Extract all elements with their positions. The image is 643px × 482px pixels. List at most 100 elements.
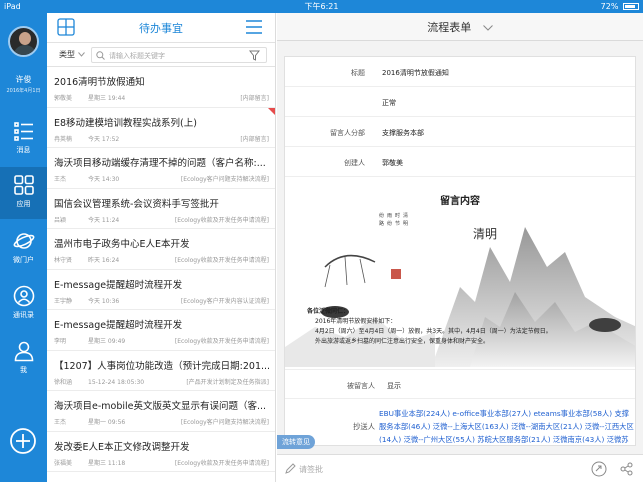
form-field-label: 标题: [351, 69, 365, 77]
list-item[interactable]: 发改委E人E本正文修改调整开发 张福美 星期三 11:18 [Ecology收款及开发…: [47, 432, 275, 472]
user-name: 许俊: [15, 75, 32, 84]
menu-icon[interactable]: [245, 19, 263, 35]
list-item[interactable]: 2016清明节放假通知 郭敬美 星期三 19:44 [内部留言]: [47, 67, 275, 108]
list-item[interactable]: E8移动建模培训教程实战系列(上) 冉英楠 今天 17:52 [内部留言]: [47, 107, 275, 148]
list-item[interactable]: E-message提醒超时流程开发 李明 星期三 09:49 [Ecology收款及开…: [47, 310, 275, 351]
form-field-row: 正常: [285, 87, 635, 117]
cc-row: 抄送人 EBU事业本部(224人) e-office事业本部(27人) etea…: [285, 400, 635, 445]
list-item-time: 星期三 11:18: [88, 459, 126, 467]
chevron-down-icon: [482, 25, 493, 31]
list-item-title: 国信会议管理系统-会议资料手写签批开: [54, 198, 219, 210]
list-item[interactable]: 海沃项目e-mobile英文版英文显示有误问题（客... 王杰 星期一 09:56 […: [47, 391, 275, 432]
battery-percent: 72%: [600, 2, 619, 11]
svg-text:纷: 纷: [379, 212, 384, 219]
filter-bar: 类型 请输入标题关键字: [47, 43, 275, 67]
form-field-row: 标题 2016清明节放假通知: [285, 57, 635, 87]
rail-label-apps: 应用: [16, 200, 31, 208]
list-item-time: 昨天 16:24: [88, 257, 120, 264]
svg-text:清: 清: [403, 212, 408, 219]
user-date: 2016年4月1日: [6, 88, 41, 94]
form-fields: 标题 2016清明节放假通知 正常 留言人分部 支撑服务本部 创建人 郭敬美: [285, 57, 635, 177]
battery-indicator: 72%: [601, 0, 639, 13]
add-icon[interactable]: [9, 427, 37, 455]
list-item-meta: 张福美 星期三 11:18 [Ecology收款及开发任务申请流程]: [54, 458, 269, 467]
list-item-time: 星期一 09:56: [88, 419, 126, 426]
list-item-time: 星期三 09:49: [88, 338, 126, 345]
rail-item-contacts[interactable]: 通讯录: [0, 278, 47, 330]
form-field-value: 支撑服务本部: [382, 129, 424, 137]
list-item-workflow: [Ecology收款及开发任务申请流程]: [174, 338, 269, 345]
list-item-workflow: [内部留言]: [240, 95, 269, 102]
list-item-workflow: [Ecology收款及开发任务申请流程]: [174, 216, 269, 224]
list-item[interactable]: E-message提醒超时流程开发 王宇静 今天 10:36 [Ecology客户开发…: [47, 270, 275, 310]
form-field-value: 正常: [382, 99, 396, 107]
form-title: 流程表单: [427, 21, 472, 34]
list-item-author: 张福美: [54, 459, 73, 467]
list-item-title: E8移动建模培训教程实战系列(上): [54, 117, 197, 129]
svg-text:节: 节: [395, 221, 400, 227]
form-title-dropdown[interactable]: 流程表单: [277, 19, 643, 35]
list-item[interactable]: 国信会议管理系统-会议资料手写签批开吕颖 今天 11:24 [Ecology收款及开…: [47, 189, 275, 229]
filter-icon[interactable]: [249, 50, 260, 61]
unread-flag: [268, 107, 275, 115]
flow-opinion-tab[interactable]: 流转意见: [277, 435, 315, 449]
list-item-author: 林守贤: [54, 257, 73, 264]
person-icon: [14, 341, 33, 362]
list-item[interactable]: 【1207】人事岗位功能改造（预计完成日期:201... 徐和涵 15-12-24 …: [47, 351, 275, 391]
message-list-icon: [13, 122, 33, 141]
list-item-meta: 吕颖 今天 11:24 [Ecology收款及开发任务申请流程]: [54, 215, 269, 224]
list-item-meta: 冉英楠 今天 17:52 [内部留言]: [54, 134, 269, 143]
share-icon[interactable]: [619, 461, 635, 477]
todo-list-title: 待办事宜: [139, 22, 183, 35]
list-item-author: 吕颖: [54, 216, 67, 224]
planet-icon: [13, 233, 34, 249]
chevron-down-icon: [77, 52, 85, 57]
form-field-row: 留言人分部 支撑服务本部: [285, 117, 635, 147]
form-field-value: 2016清明节放假通知: [382, 69, 449, 77]
list-item[interactable]: 温州市电子政务中心E人E本开发 林守贤 昨天 16:24 [Ecology收款及开发任…: [47, 229, 275, 270]
pen-icon: [285, 463, 296, 474]
notice-line1: 2016年清明节放假安排如下：: [315, 318, 397, 325]
form-pane: 流程表单 标题 2016清明节放假通知 正常 留言人分部 支撑服务本部 创建人 郭敬美 留言…: [277, 13, 643, 482]
list-item-author: 李明: [54, 338, 67, 345]
type-dropdown-label: 类型: [59, 50, 75, 59]
type-dropdown[interactable]: 类型: [59, 49, 85, 60]
list-item-meta: 林守贤 昨天 16:24 [Ecology收款及开发任务申请流程]: [54, 255, 269, 264]
rail-label-messages: 消息: [16, 146, 31, 154]
clock: 下午6:21: [304, 2, 339, 11]
rail-item-messages[interactable]: 消息: [0, 113, 47, 165]
list-item-meta: 王杰 星期一 09:56 [Ecology客户问题支持解决流程]: [54, 417, 269, 426]
cc-label: 抄送人: [353, 422, 375, 431]
sign-bar: 请签批: [277, 454, 643, 482]
search-input[interactable]: 请输入标题关键字: [91, 47, 267, 63]
forward-icon[interactable]: [591, 461, 607, 477]
avatar[interactable]: [8, 26, 39, 57]
svg-text:路: 路: [379, 220, 384, 227]
todo-list: 2016清明节放假通知 郭敬美 星期三 19:44 [内部留言] E8移动建模培训教程实…: [47, 67, 275, 472]
sign-input[interactable]: 请签批: [299, 464, 323, 475]
list-item-time: 15-12-24 18:05:30: [88, 378, 145, 386]
rail-item-apps[interactable]: 应用: [0, 167, 47, 219]
rail-label-me: 我: [20, 366, 27, 374]
list-item-author: 郭敬美: [54, 95, 73, 102]
rail-label-contacts: 通讯录: [13, 311, 34, 319]
list-item-time: 今天 17:52: [88, 135, 120, 143]
list-item-time: 今天 11:24: [88, 216, 120, 224]
rail-item-portal[interactable]: 微门户: [0, 223, 47, 275]
list-item-title: 海沃项目e-mobile英文版英文显示有误问题（客...: [54, 401, 267, 412]
cc-value[interactable]: EBU事业本部(224人) e-office事业本部(27人) eteams事业…: [379, 407, 635, 445]
recipient-label: 被留言人: [347, 382, 375, 390]
search-placeholder: 请输入标题关键字: [109, 52, 165, 60]
list-item-time: 今天 10:36: [88, 297, 120, 305]
svg-text:明: 明: [403, 221, 408, 227]
list-item[interactable]: 海沃项目移动端缓存清理不掉的问题（客户名称:... 王杰 今天 14:30 [Ecol…: [47, 148, 275, 189]
todo-list-pane: 待办事宜 类型 请输入标题关键字 2016清明节放假通知 郭敬美 星期三 19:44…: [47, 13, 276, 482]
apps-grid-icon: [13, 175, 34, 195]
notice-line2: 4月2日（周六）至4月4日（周一）放假，共3天。其中，4月4日（周一）为法定节假…: [315, 328, 552, 335]
list-item-meta: 王宇静 今天 10:36 [Ecology客户开发内容认证流程]: [54, 296, 269, 305]
svg-text:纷: 纷: [387, 220, 392, 227]
rail-item-me[interactable]: 我: [0, 333, 47, 385]
list-item-title: 2016清明节放假通知: [54, 77, 145, 88]
list-item-title: 温州市电子政务中心E人E本开发: [54, 239, 190, 250]
list-item-title: 发改委E人E本正文修改调整开发: [54, 441, 190, 453]
